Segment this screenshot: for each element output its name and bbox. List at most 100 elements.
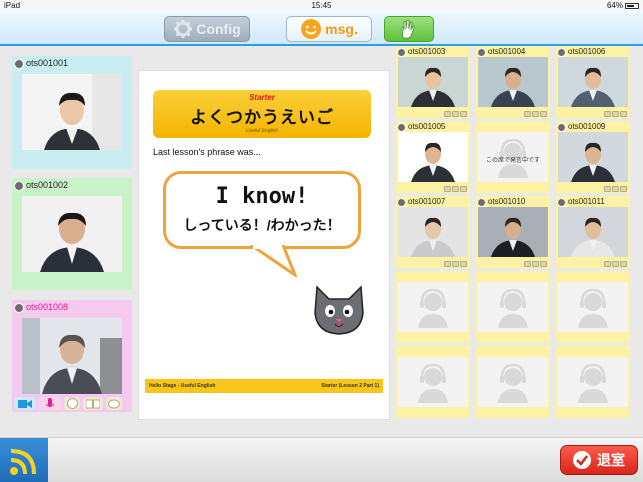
empty-seat-placeholder xyxy=(478,282,548,332)
mic-icon[interactable] xyxy=(612,261,619,267)
chat-icon[interactable] xyxy=(540,261,547,267)
mic-icon[interactable] xyxy=(452,111,459,117)
participant-video xyxy=(22,196,122,272)
raise-hand-button[interactable] xyxy=(384,16,434,42)
camera-icon[interactable] xyxy=(444,111,451,117)
chat-icon[interactable] xyxy=(620,186,627,192)
grid-tile-ots001011[interactable]: ots001011 xyxy=(556,196,630,268)
grid-tile-ots001006[interactable]: ots001006 xyxy=(556,46,630,118)
empty-seat-placeholder xyxy=(558,357,628,407)
camera-icon[interactable] xyxy=(524,111,531,117)
avatar xyxy=(557,198,566,207)
tile-controls xyxy=(604,186,627,192)
grid-tile-ots001005[interactable]: ots001005 xyxy=(396,121,470,193)
bubble-tail xyxy=(250,245,298,277)
avatar xyxy=(557,48,566,57)
speech-bubble: I know! しっている！/わかった！ xyxy=(163,171,361,249)
participant-video xyxy=(478,207,548,257)
camera-icon[interactable] xyxy=(604,111,611,117)
mic-icon[interactable] xyxy=(532,111,539,117)
grid-tile-ots001010[interactable]: ots001010 xyxy=(476,196,550,268)
participant-name: ots001010 xyxy=(488,197,526,206)
smiley-icon xyxy=(301,19,322,39)
avatar xyxy=(397,48,406,57)
top-toolbar: Config msg. xyxy=(0,12,643,46)
lesson-subtitle: Useful English xyxy=(246,128,278,134)
document-footer: Hello Stage - Useful English Starter (Le… xyxy=(145,379,383,393)
tile-controls xyxy=(524,261,547,267)
avatar xyxy=(14,181,24,191)
participant-tools xyxy=(14,397,122,410)
person-placeholder-icon xyxy=(398,282,468,332)
status-bar: iPad 15:45 64% xyxy=(0,0,643,12)
check-icon xyxy=(573,451,591,469)
lesson-level: Starter xyxy=(249,93,275,102)
grid-tile-ots001007[interactable]: ots001007 xyxy=(396,196,470,268)
participant-tile-ots001008[interactable]: ots001008 xyxy=(12,300,132,412)
mic-icon[interactable] xyxy=(452,186,459,192)
participant-name: ots001008 xyxy=(26,302,69,312)
empty-seat[interactable] xyxy=(396,271,470,343)
grid-tile-ots001003[interactable]: ots001003 xyxy=(396,46,470,118)
chat-toggle[interactable] xyxy=(106,397,122,410)
participant-name: ots001004 xyxy=(488,47,526,56)
participant-name: ots001009 xyxy=(568,122,606,131)
camera-icon[interactable] xyxy=(444,186,451,192)
cat-illustration xyxy=(314,285,364,335)
config-button[interactable]: Config xyxy=(164,16,250,42)
chat-icon[interactable] xyxy=(460,186,467,192)
lesson-title-jp: よくつかうえいご xyxy=(190,108,334,127)
empty-seat[interactable] xyxy=(476,346,550,418)
hand-icon xyxy=(401,19,415,39)
chat-bubble-icon xyxy=(108,399,120,408)
msg-label: msg. xyxy=(325,21,358,37)
reaction-toggle[interactable] xyxy=(64,397,80,410)
chat-icon[interactable] xyxy=(620,261,627,267)
avatar xyxy=(14,303,24,313)
chat-icon[interactable] xyxy=(460,111,467,117)
participant-name: ots001002 xyxy=(26,180,69,190)
empty-seat[interactable] xyxy=(556,271,630,343)
empty-seat-placeholder xyxy=(398,282,468,332)
textbook-toggle[interactable] xyxy=(83,397,103,410)
chat-icon[interactable] xyxy=(540,111,547,117)
participant-tile-ots001002[interactable]: ots001002 xyxy=(12,178,132,290)
camera-icon[interactable] xyxy=(524,261,531,267)
participant-video xyxy=(22,74,122,150)
participant-name: ots001005 xyxy=(408,122,446,131)
clock: 15:45 xyxy=(311,1,332,10)
mic-toggle[interactable] xyxy=(39,397,61,410)
avatar xyxy=(14,59,24,69)
chat-icon[interactable] xyxy=(460,261,467,267)
chat-icon[interactable] xyxy=(620,111,627,117)
camera-toggle[interactable] xyxy=(14,397,36,410)
face-icon xyxy=(66,398,78,409)
grid-tile-ots001004[interactable]: ots001004 xyxy=(476,46,550,118)
empty-seat[interactable] xyxy=(396,346,470,418)
mic-icon[interactable] xyxy=(532,261,539,267)
exit-room-button[interactable]: 退室 xyxy=(560,445,638,475)
camera-icon[interactable] xyxy=(604,261,611,267)
participant-tile-ots001001[interactable]: ots001001 xyxy=(12,56,132,169)
feed-button[interactable] xyxy=(0,438,48,482)
empty-seat[interactable] xyxy=(476,271,550,343)
mic-icon[interactable] xyxy=(452,261,459,267)
mic-icon xyxy=(46,397,54,407)
camera-icon[interactable] xyxy=(604,186,611,192)
grid-tile-ots001009[interactable]: ots001009 xyxy=(556,121,630,193)
camera-icon xyxy=(18,399,32,408)
footer-right: Starter (Lesson 2 Part 1) xyxy=(321,383,379,389)
avatar xyxy=(397,198,406,207)
person-placeholder-icon xyxy=(478,357,548,407)
person-placeholder-icon xyxy=(478,282,548,332)
empty-seat-placeholder xyxy=(398,357,468,407)
empty-seat[interactable]: この席で発言中です xyxy=(476,121,550,193)
mic-icon[interactable] xyxy=(612,186,619,192)
phrase-english: I know! xyxy=(215,184,309,209)
empty-seat[interactable] xyxy=(556,346,630,418)
exit-room-label: 退室 xyxy=(597,452,625,468)
camera-icon[interactable] xyxy=(444,261,451,267)
mic-icon[interactable] xyxy=(612,111,619,117)
participant-name: ots001011 xyxy=(568,197,605,206)
msg-button[interactable]: msg. xyxy=(286,16,372,42)
